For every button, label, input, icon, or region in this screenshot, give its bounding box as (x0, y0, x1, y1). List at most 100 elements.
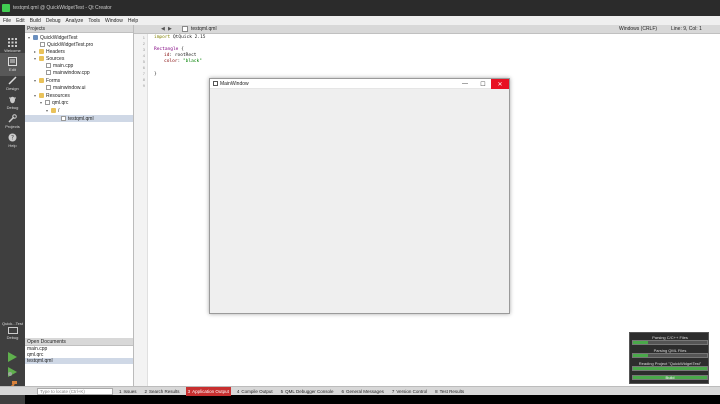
line-number: 4 (142, 53, 145, 58)
menu-window[interactable]: Window (105, 18, 123, 24)
tree-item-mainwindow-cpp[interactable]: mainwindow.cpp (46, 69, 90, 76)
svg-text:?: ? (11, 135, 14, 142)
output-tab-version-control[interactable]: 7 Version Control (390, 387, 429, 396)
tree-item-mainwindow-ui[interactable]: mainwindow.ui (46, 84, 86, 91)
tree-item-sources[interactable]: ▾ Sources (34, 55, 64, 62)
close-button[interactable]: ✕ (491, 79, 509, 89)
progress-build: Build (632, 375, 708, 380)
file-icon (46, 70, 51, 75)
kit-selector[interactable]: Quick...Test Debug (0, 321, 25, 341)
app-window-title: MainWindow (220, 80, 249, 87)
open-documents-header: Open Documents (25, 338, 133, 346)
menu-debug[interactable]: Debug (46, 18, 61, 24)
line-number: 5 (142, 59, 145, 64)
output-tab-qml-debugger[interactable]: 5 QML Debugger Console (279, 387, 336, 396)
menu-build[interactable]: Build (30, 18, 41, 24)
tree-item-root-prefix[interactable]: ▾ / (46, 107, 59, 114)
line-number: 9 (142, 83, 145, 88)
minimize-button[interactable]: — (457, 79, 473, 89)
tree-label: main.cpp (53, 62, 74, 69)
maximize-button[interactable]: ☐ (475, 79, 491, 89)
tree-label: qml.qrc (52, 99, 69, 106)
output-tab-general-messages[interactable]: 6 General Messages (340, 387, 386, 396)
output-tab-test-results[interactable]: 8 Test Results (433, 387, 466, 396)
projects-header: Projects (25, 25, 133, 33)
editor-toolbar: ◀ ▶ testqml.qml Windows (CRLF) Line: 9, … (134, 25, 720, 34)
output-tab-compile-output[interactable]: 4 Compile Output (235, 387, 275, 396)
folder-icon (39, 78, 44, 83)
tree-item-main-cpp[interactable]: main.cpp (46, 62, 73, 69)
tree-item-resources[interactable]: ▾ Resources (34, 92, 70, 99)
menu-edit[interactable]: Edit (16, 18, 25, 24)
menu-tools[interactable]: Tools (88, 18, 100, 24)
code-line-4: id: rootRect (164, 53, 197, 58)
cursor-position[interactable]: Line: 9, Col: 1 (671, 26, 702, 32)
qt-creator-logo-icon (2, 4, 10, 12)
locator-input[interactable]: Type to locate (Ctrl+K) (37, 387, 113, 395)
window-icon (213, 81, 218, 86)
help-icon: ? (8, 133, 17, 142)
edit-icon (8, 57, 17, 66)
kit-build-config: Debug (6, 335, 19, 340)
tree-item-qml-qrc[interactable]: ▾ qml.qrc (40, 99, 68, 106)
line-number-gutter: 123456789 (134, 34, 148, 386)
line-number: 6 (142, 65, 145, 70)
title-bar: testqml.qml @ QuickWidgetTest - Qt Creat… (0, 0, 720, 16)
open-documents-pane: Open Documents main.cpp qml.qrc testqml.… (25, 338, 134, 386)
progress-reading-project: Reading Project "QuickWidgetTest" (632, 361, 708, 371)
tree-label: Resources (46, 92, 70, 99)
menu-file[interactable]: File (3, 18, 11, 24)
tree-label: QuickWidgetTest (40, 34, 78, 41)
tree-label: mainwindow.cpp (53, 69, 90, 76)
line-ending-selector[interactable]: Windows (CRLF) (619, 26, 657, 32)
tree-item-forms[interactable]: ▾ Forms (34, 77, 60, 84)
project-icon (33, 35, 38, 40)
window-title: testqml.qml @ QuickWidgetTest - Qt Creat… (13, 5, 112, 11)
output-tab-search-results[interactable]: 2 Search Results (143, 387, 182, 396)
code-line-5: color: "black" (164, 59, 202, 64)
debug-run-icon[interactable] (6, 366, 18, 378)
menu-bar: File Edit Build Debug Analyze Tools Wind… (0, 16, 720, 25)
tree-label: QuickWidgetTest.pro (47, 41, 94, 48)
nav-back-icon[interactable]: ◀ (161, 26, 165, 32)
tree-label: Sources (46, 55, 65, 62)
tree-item-pro-file[interactable]: QuickWidgetTest.pro (40, 41, 93, 48)
progress-cpp-parse: Parsing C/C++ Files (632, 335, 708, 345)
menu-analyze[interactable]: Analyze (66, 18, 84, 24)
folder-icon (39, 56, 44, 61)
app-window-titlebar[interactable]: MainWindow — ☐ ✕ (210, 79, 509, 89)
tree-label: / (58, 107, 60, 114)
tree-label: Forms (46, 77, 61, 84)
line-number: 1 (142, 35, 145, 40)
progress-bar (632, 340, 708, 345)
running-app-window[interactable]: MainWindow — ☐ ✕ (209, 78, 510, 314)
progress-qml-parse: Parsing QML Files (632, 348, 708, 358)
run-icon[interactable] (6, 351, 18, 363)
progress-panel: Parsing C/C++ Files Parsing QML Files Re… (629, 332, 709, 384)
tree-label: mainwindow.ui (53, 84, 86, 91)
file-icon (46, 85, 51, 90)
folder-icon (39, 93, 44, 98)
menu-help[interactable]: Help (128, 18, 138, 24)
file-icon (46, 63, 51, 68)
monitor-icon (7, 327, 18, 334)
projects-pane: Projects ▾ QuickWidgetTest QuickWidgetTes… (25, 25, 134, 338)
file-icon (61, 116, 66, 121)
editor-tab-title[interactable]: testqml.qml (191, 26, 217, 32)
grid-icon (8, 38, 17, 47)
tree-label: Headers (46, 48, 65, 55)
folder-icon (51, 108, 56, 113)
mode-label: Help (8, 143, 17, 148)
tree-item-project[interactable]: ▾ QuickWidgetTest (28, 34, 78, 41)
code-line-7: } (154, 72, 157, 77)
open-doc-item[interactable]: testqml.qml (25, 358, 133, 364)
nav-forward-icon[interactable]: ▶ (168, 26, 172, 32)
mode-help[interactable]: ? Help (0, 129, 25, 152)
output-tab-application-output[interactable]: 3 Application Output (185, 386, 231, 396)
tree-item-testqml[interactable]: testqml.qml (25, 115, 133, 122)
mode-bar: Welcome Edit Design Debug Projects ? Hel… (0, 25, 25, 404)
file-icon (45, 100, 50, 105)
folder-icon (39, 49, 44, 54)
tree-item-headers[interactable]: ▸ Headers (34, 48, 65, 55)
output-tab-issues[interactable]: 1 Issues (117, 387, 139, 396)
